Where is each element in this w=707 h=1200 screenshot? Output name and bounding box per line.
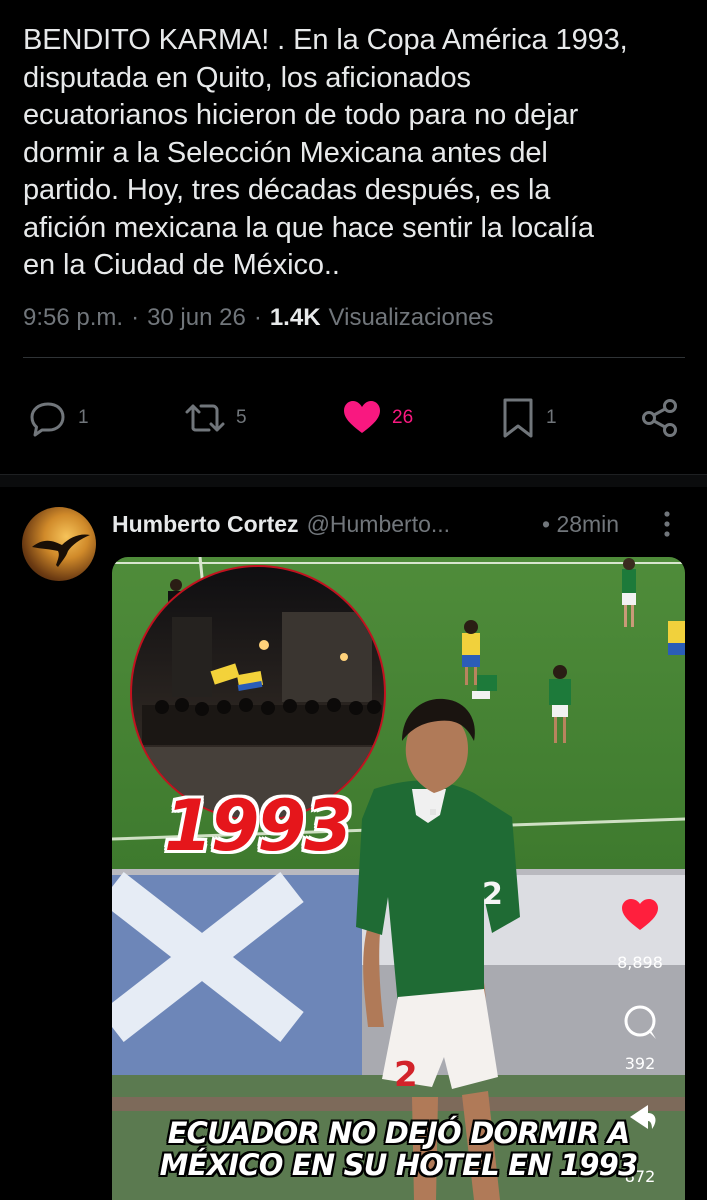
tweet-meta: 9:56 p.m. · 30 jun 26 · 1.4K Visualizaci…: [23, 304, 494, 332]
shorts-number: 2: [394, 1055, 418, 1095]
action-bar: 1 5 26 1: [0, 395, 707, 441]
section-divider: [0, 474, 707, 487]
year-label: 1993: [164, 785, 353, 867]
headline-line-1: ECUADOR NO DEJÓ DORMIR A: [167, 1116, 631, 1150]
user-handle[interactable]: @Humberto...: [307, 511, 451, 538]
meta-separator: ·: [131, 304, 140, 331]
divider: [23, 357, 685, 358]
post-media[interactable]: 1993 2 2 8,898 392 872 ECUADOR NO DEJÓ D…: [112, 557, 685, 1200]
bookmark-count: 1: [546, 407, 557, 428]
retweet-count: 5: [236, 407, 247, 428]
retweet-icon: [184, 398, 226, 438]
reply-icon: [28, 398, 68, 438]
meta-separator: ·: [253, 304, 262, 331]
tweet-text: BENDITO KARMA! . En la Copa América 1993…: [23, 24, 628, 281]
views-label[interactable]: Visualizaciones: [329, 304, 494, 332]
like-button[interactable]: 26: [342, 395, 413, 441]
media-comment-count[interactable]: 392: [612, 1054, 668, 1073]
bookmark-button[interactable]: 1: [500, 395, 557, 441]
reply-count: 1: [78, 407, 89, 428]
share-icon: [640, 398, 680, 438]
media-image: [112, 557, 685, 1200]
reply-button[interactable]: 1: [28, 395, 89, 441]
avatar[interactable]: [22, 507, 96, 581]
bookmark-icon: [500, 397, 536, 439]
views-count[interactable]: 1.4K: [270, 304, 321, 332]
user-name[interactable]: Humberto Cortez: [112, 511, 299, 538]
more-options-icon[interactable]: [663, 510, 671, 544]
post-time[interactable]: • 28min: [542, 511, 619, 538]
headline-line-2: MÉXICO EN SU HOTEL EN 1993: [159, 1148, 639, 1182]
jersey-number: 2: [482, 877, 503, 912]
retweet-button[interactable]: 5: [184, 395, 247, 441]
media-like-count[interactable]: 8,898: [612, 953, 668, 972]
tweet-date[interactable]: 30 jun 26: [147, 304, 246, 332]
tweet-time[interactable]: 9:56 p.m.: [23, 304, 123, 332]
heart-icon: [342, 398, 382, 438]
like-count: 26: [392, 407, 414, 428]
share-button[interactable]: [640, 395, 680, 441]
reply-header: Humberto Cortez @Humberto... • 28min: [112, 508, 692, 540]
